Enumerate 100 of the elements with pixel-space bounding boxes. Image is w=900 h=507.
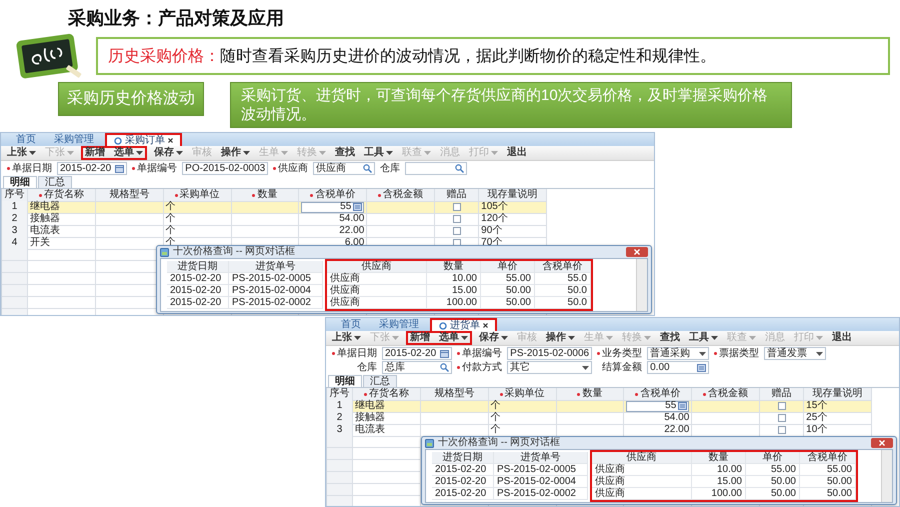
- input-field[interactable]: 55: [301, 202, 364, 212]
- table-cell-text: 电流表: [30, 225, 60, 236]
- field-label: 供应商: [278, 162, 308, 174]
- toolbar-button[interactable]: 新增: [408, 332, 432, 344]
- table-cell: 120个: [481, 213, 508, 225]
- tab[interactable]: 采购管理: [372, 318, 426, 331]
- table-cell-text: 继电器: [30, 201, 60, 212]
- input-field[interactable]: 0.00: [647, 361, 710, 374]
- table-cell-text: 接触器: [30, 213, 60, 224]
- field-label: 单据日期: [337, 348, 377, 360]
- table-cell: 90个: [481, 225, 502, 237]
- table-cell: 55.0: [535, 273, 591, 285]
- table-cell: 22.00: [664, 424, 690, 436]
- tab[interactable]: 明细: [3, 176, 37, 188]
- table-cell: 54.00: [664, 412, 690, 424]
- table-row[interactable]: 2 接触器 个 54.00 120个: [2, 213, 547, 225]
- scrollbar[interactable]: [881, 450, 892, 502]
- caret-icon: [699, 352, 706, 356]
- window-icon: [425, 438, 434, 448]
- toolbar-button[interactable]: 上张: [330, 332, 363, 344]
- checkbox[interactable]: [452, 215, 461, 223]
- table-cell: 50.00: [800, 488, 856, 500]
- tab[interactable]: 汇总: [38, 176, 72, 188]
- toolbar-button[interactable]: 工具: [362, 147, 395, 159]
- input-field[interactable]: 其它: [507, 361, 592, 374]
- column-header: 供应商: [327, 261, 427, 273]
- table-row[interactable]: 3 电流表 个 22.00 10个: [327, 424, 872, 436]
- toolbar-button[interactable]: 选单: [112, 147, 145, 159]
- close-icon[interactable]: [483, 323, 488, 328]
- input-field[interactable]: [405, 162, 468, 175]
- table-cell: 个: [490, 424, 501, 436]
- input-field[interactable]: PS-2015-02-0006: [507, 347, 592, 360]
- table-cell: 10.00: [427, 273, 481, 285]
- checkbox[interactable]: [778, 414, 786, 422]
- column-header: 含税单价: [535, 261, 591, 273]
- tab[interactable]: 首页: [9, 133, 43, 146]
- toolbar-button[interactable]: 保存: [477, 332, 510, 344]
- field-label: 结算金额: [602, 362, 642, 374]
- search-icon: [440, 363, 450, 372]
- scrollbar[interactable]: [636, 259, 647, 311]
- checkbox[interactable]: [452, 227, 461, 235]
- caret-icon: [392, 336, 399, 340]
- tab[interactable]: 首页: [334, 318, 368, 331]
- input-field[interactable]: 55: [626, 400, 690, 412]
- toolbar-button[interactable]: 工具: [687, 332, 720, 344]
- toolbar-button[interactable]: 新增: [83, 147, 107, 159]
- toolbar-button[interactable]: 退出: [505, 147, 529, 159]
- table-cell: 供应商: [327, 285, 427, 297]
- table-cell: 个: [490, 412, 501, 424]
- toolbar-button[interactable]: 查找: [333, 147, 357, 159]
- checkbox[interactable]: [778, 402, 786, 410]
- table-cell: 100.00: [427, 297, 481, 309]
- table-cell: 供应商: [327, 273, 427, 285]
- caret-icon: [816, 336, 823, 340]
- toolbar-button[interactable]: 操作: [544, 332, 577, 344]
- close-icon[interactable]: [168, 138, 173, 143]
- column-header: 采购单位: [504, 388, 545, 400]
- toolbar-button[interactable]: 选单: [437, 332, 470, 344]
- table-row[interactable]: 3 电流表 个 22.00 90个: [2, 225, 547, 237]
- table-cell: PS-2015-02-0002: [494, 488, 588, 500]
- tab[interactable]: 采购管理: [47, 133, 101, 146]
- table-cell: 105个: [481, 201, 508, 213]
- toolbar-button[interactable]: 操作: [219, 147, 252, 159]
- table-row[interactable]: 1 继电器 个 55 105个: [2, 201, 547, 213]
- calculator-icon: [678, 402, 688, 410]
- table-cell: 25个: [806, 412, 828, 424]
- search-icon: [363, 164, 372, 173]
- column-header: 赠品: [772, 388, 792, 400]
- table-cell: 2015-02-20: [432, 476, 494, 488]
- input-field[interactable]: PO-2015-02-0003: [182, 162, 268, 175]
- caret-icon: [711, 336, 718, 340]
- toolbar-button[interactable]: 上张: [5, 147, 38, 159]
- input-field[interactable]: 普通发票: [764, 347, 826, 360]
- tab[interactable]: 进货单: [430, 318, 497, 331]
- column-header: 规格型号: [109, 189, 150, 201]
- table-row[interactable]: 1 继电器 个 55 15个: [327, 400, 872, 412]
- table-row[interactable]: 2 接触器 个 54.00 25个: [327, 412, 872, 424]
- toolbar-button[interactable]: 查找: [658, 332, 682, 344]
- refresh-icon: [114, 136, 122, 144]
- table-cell: 供应商: [592, 476, 692, 488]
- checkbox[interactable]: [778, 426, 786, 434]
- caret-icon: [176, 151, 183, 155]
- table-cell: 100.00: [692, 488, 746, 500]
- tab[interactable]: 采购订单: [105, 133, 182, 146]
- input-field[interactable]: 总库: [382, 361, 452, 374]
- calendar-icon: [115, 164, 124, 172]
- toolbar-button[interactable]: 保存: [152, 147, 185, 159]
- column-header: 存货名称: [44, 189, 84, 200]
- input-field[interactable]: 2015-02-20: [57, 162, 128, 175]
- feature-note: 采购订货、进货时，可查询每个存货供应商的10次交易价格，及时掌握采购价格波动情况。: [230, 82, 792, 128]
- column-header: 进货日期: [167, 261, 229, 273]
- column-header: 含税单价: [315, 189, 356, 201]
- checkbox[interactable]: [452, 203, 461, 211]
- toolbar-button[interactable]: 退出: [830, 332, 854, 344]
- input-field[interactable]: 2015-02-20: [382, 347, 452, 360]
- field-label: 票据类型: [719, 348, 760, 360]
- input-field[interactable]: 普通采购: [647, 347, 710, 360]
- input-field[interactable]: 供应商: [313, 162, 376, 175]
- tab[interactable]: 汇总: [363, 375, 397, 387]
- tab[interactable]: 明细: [328, 375, 362, 387]
